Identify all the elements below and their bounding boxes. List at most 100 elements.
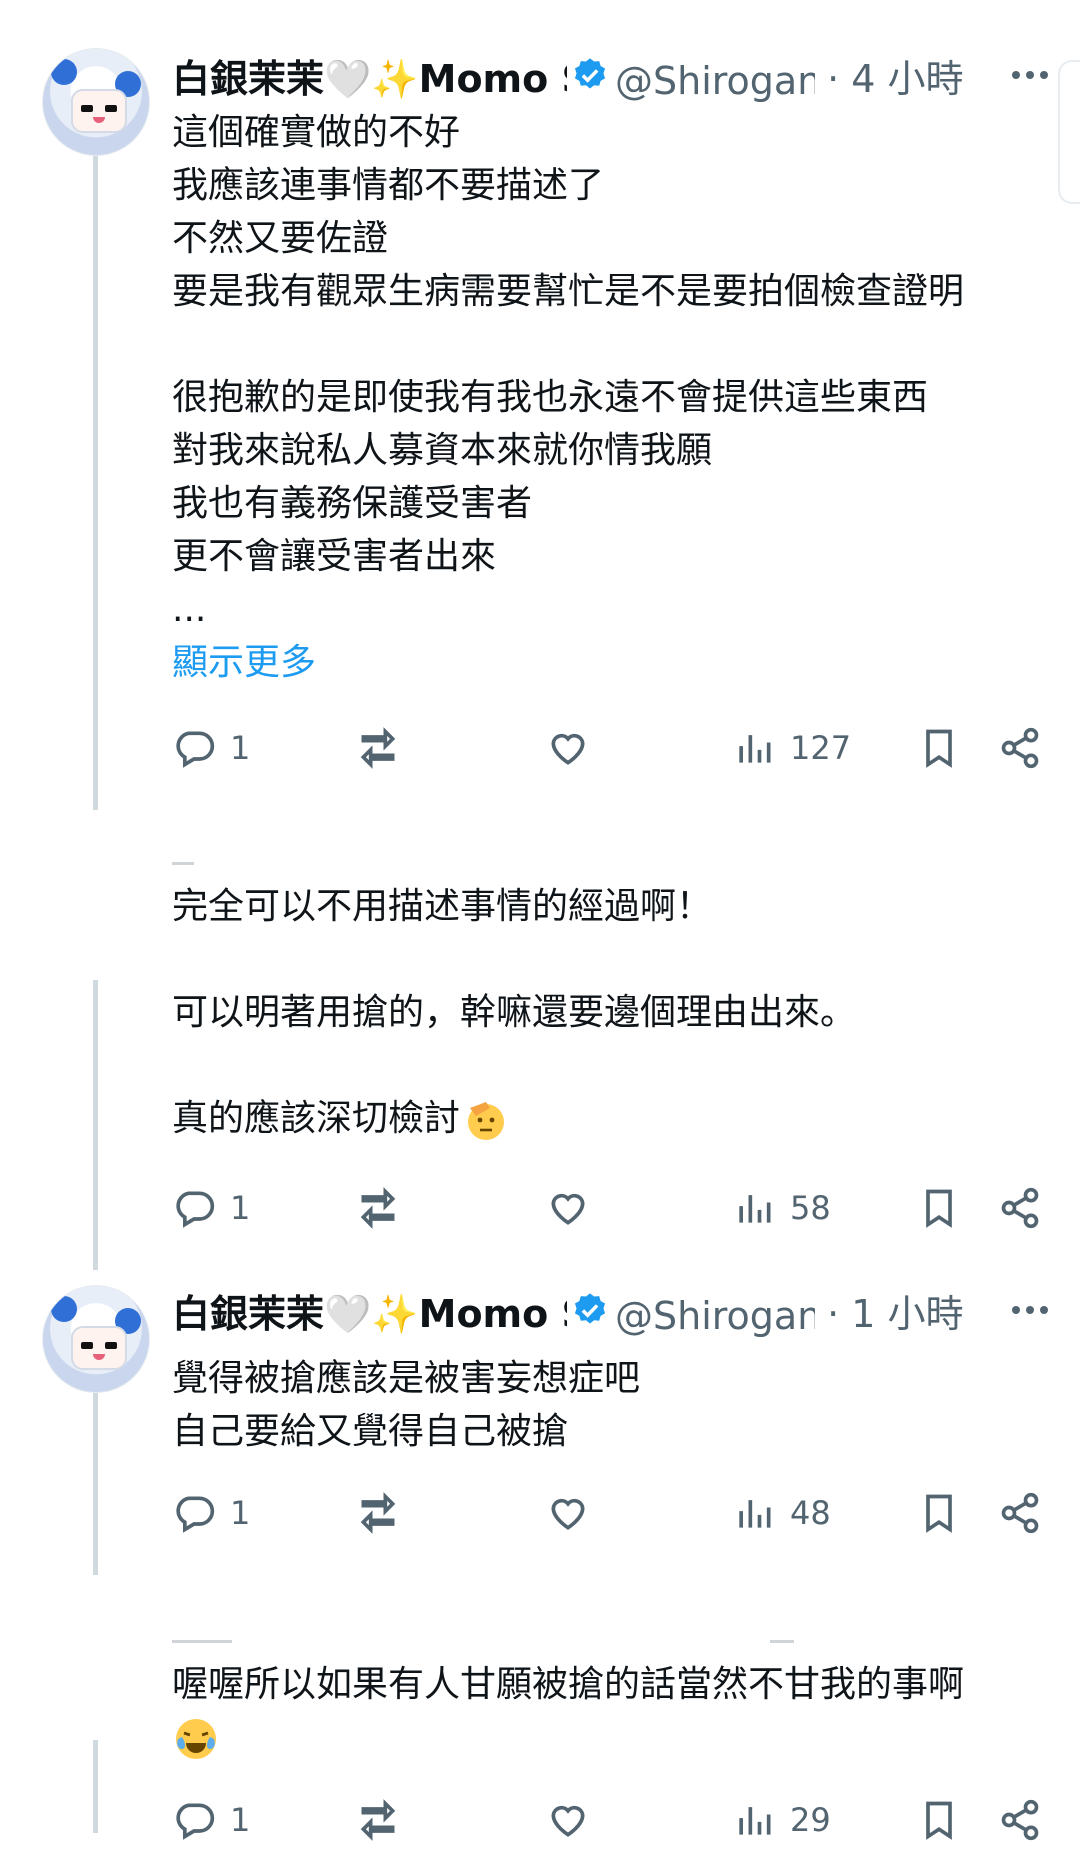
text-line: 可以明著用搶的，幹嘛還要邊個理由出來。: [172, 992, 857, 1033]
saluting-face-emoji: [468, 1102, 505, 1140]
bookmark-button[interactable]: [917, 718, 961, 778]
thread-line: [93, 1740, 98, 1833]
thread-line: [93, 980, 98, 1270]
share-icon: [1001, 1799, 1039, 1841]
view-count: 58: [790, 1189, 831, 1227]
retweet-icon: [360, 1799, 396, 1841]
text-line: 完全可以不用描述事情的經過啊！: [172, 886, 713, 927]
avatar[interactable]: [42, 1285, 150, 1393]
avatar[interactable]: [42, 48, 150, 156]
like-icon: [551, 1193, 585, 1225]
redacted-author: [172, 1640, 232, 1643]
bookmark-icon: [926, 729, 952, 768]
reply-count: 1: [230, 1801, 251, 1839]
like-button[interactable]: [546, 718, 590, 778]
text-line: 對我來說私人募資本來就你情我願: [172, 430, 713, 471]
text-line: 不然又要佐證: [172, 218, 389, 259]
text-line: 更不會讓受害者出來: [172, 536, 497, 577]
thread-line: [93, 1380, 98, 1575]
text-line: 覺得被搶應該是被害妄想症吧: [172, 1358, 641, 1399]
text-line: [172, 318, 1052, 371]
views-icon: [739, 735, 771, 763]
text-line: 我應該連事情都不要描述了: [172, 165, 605, 206]
reply-count: 1: [230, 729, 251, 767]
reply-button[interactable]: 1: [172, 1790, 250, 1850]
timestamp[interactable]: · 4 小時: [827, 57, 963, 101]
action-bar: 1 127: [172, 718, 1052, 778]
like-button[interactable]: [546, 1483, 590, 1543]
views-icon: [739, 1195, 771, 1223]
views-icon: [739, 1500, 771, 1528]
redacted-author: [172, 862, 194, 865]
like-button[interactable]: [546, 1790, 590, 1850]
tweet-text: 這個確實做的不好 我應該連事情都不要描述了 不然又要佐證 要是我有觀眾生病需要幫…: [172, 106, 1052, 689]
text-line: 很抱歉的是即使我有我也永遠不會提供這些東西: [172, 377, 929, 418]
reply-button[interactable]: 1: [172, 1178, 250, 1238]
reply-count: 1: [230, 1494, 251, 1532]
bookmark-icon: [926, 1494, 952, 1533]
more-icon[interactable]: [1000, 1290, 1060, 1330]
show-more-link[interactable]: 顯示更多: [172, 636, 1052, 689]
text-line: 我也有義務保護受害者: [172, 483, 533, 524]
reply-icon: [176, 1191, 215, 1228]
bookmark-button[interactable]: [917, 1483, 961, 1543]
handle[interactable]: @Shirogane: [615, 59, 815, 103]
view-count: 48: [790, 1494, 831, 1532]
retweet-button[interactable]: [356, 718, 400, 778]
action-bar: 1 58: [172, 1178, 1052, 1238]
display-name[interactable]: 白銀茉茉🤍✨Momo S: [172, 48, 567, 103]
tweet-header: 白銀茉茉🤍✨Momo S @Shirogane · 1 小時: [172, 1280, 964, 1340]
reply-icon: [176, 1496, 215, 1533]
retweet-button[interactable]: [356, 1178, 400, 1238]
redacted-author: [770, 1640, 794, 1643]
share-button[interactable]: [998, 1483, 1042, 1543]
retweet-button[interactable]: [356, 1790, 400, 1850]
reply-icon: [176, 1803, 215, 1840]
action-bar: 1 29: [172, 1790, 1052, 1850]
share-icon: [1001, 727, 1039, 769]
like-icon: [551, 733, 585, 765]
share-icon: [1001, 1187, 1039, 1229]
text-line: [172, 933, 1052, 986]
like-icon: [551, 1498, 585, 1530]
retweet-button[interactable]: [356, 1483, 400, 1543]
bookmark-icon: [926, 1189, 952, 1228]
retweet-icon: [360, 1492, 396, 1534]
view-count: 127: [790, 729, 852, 767]
reply-button[interactable]: 1: [172, 718, 250, 778]
share-icon: [1001, 1492, 1039, 1534]
verified-badge-icon: [574, 58, 606, 89]
action-bar: 1 48: [172, 1483, 1052, 1543]
share-button[interactable]: [998, 1790, 1042, 1850]
views-button[interactable]: 58: [732, 1178, 831, 1238]
thread-line: [93, 150, 98, 810]
share-button[interactable]: [998, 718, 1042, 778]
verified-badge-icon: [574, 1293, 606, 1324]
tweet-header: 白銀茉茉🤍✨Momo S @Shirogane · 4 小時: [172, 45, 964, 105]
more-icon[interactable]: [1000, 55, 1060, 95]
text-line: 真的應該深切檢討: [172, 1092, 1052, 1145]
like-button[interactable]: [546, 1178, 590, 1238]
text-line: [172, 1039, 1052, 1092]
retweet-icon: [360, 1187, 396, 1229]
reply-icon: [176, 731, 215, 768]
views-button[interactable]: 48: [732, 1483, 831, 1543]
bookmark-button[interactable]: [917, 1178, 961, 1238]
text-line: 自己要給又覺得自己被搶: [172, 1411, 569, 1452]
display-name[interactable]: 白銀茉茉🤍✨Momo S: [172, 1283, 567, 1338]
views-button[interactable]: 29: [732, 1790, 831, 1850]
reply-button[interactable]: 1: [172, 1483, 250, 1543]
text-line: [172, 1711, 1052, 1764]
like-icon: [551, 1805, 585, 1837]
face-with-tears-of-joy-emoji: [176, 1719, 216, 1759]
text-line: 要是我有觀眾生病需要幫忙是不是要拍個檢查證明: [172, 271, 965, 312]
share-button[interactable]: [998, 1178, 1042, 1238]
tweet-text: 完全可以不用描述事情的經過啊！ 可以明著用搶的，幹嘛還要邊個理由出來。 真的應該…: [172, 880, 1052, 1145]
retweet-icon: [360, 727, 396, 769]
bookmark-icon: [926, 1801, 952, 1840]
views-button[interactable]: 127: [732, 718, 851, 778]
timestamp[interactable]: · 1 小時: [827, 1292, 963, 1336]
handle[interactable]: @Shirogane: [615, 1294, 815, 1338]
tweet-text: 喔喔所以如果有人甘願被搶的話當然不甘我的事啊: [172, 1658, 1052, 1764]
bookmark-button[interactable]: [917, 1790, 961, 1850]
